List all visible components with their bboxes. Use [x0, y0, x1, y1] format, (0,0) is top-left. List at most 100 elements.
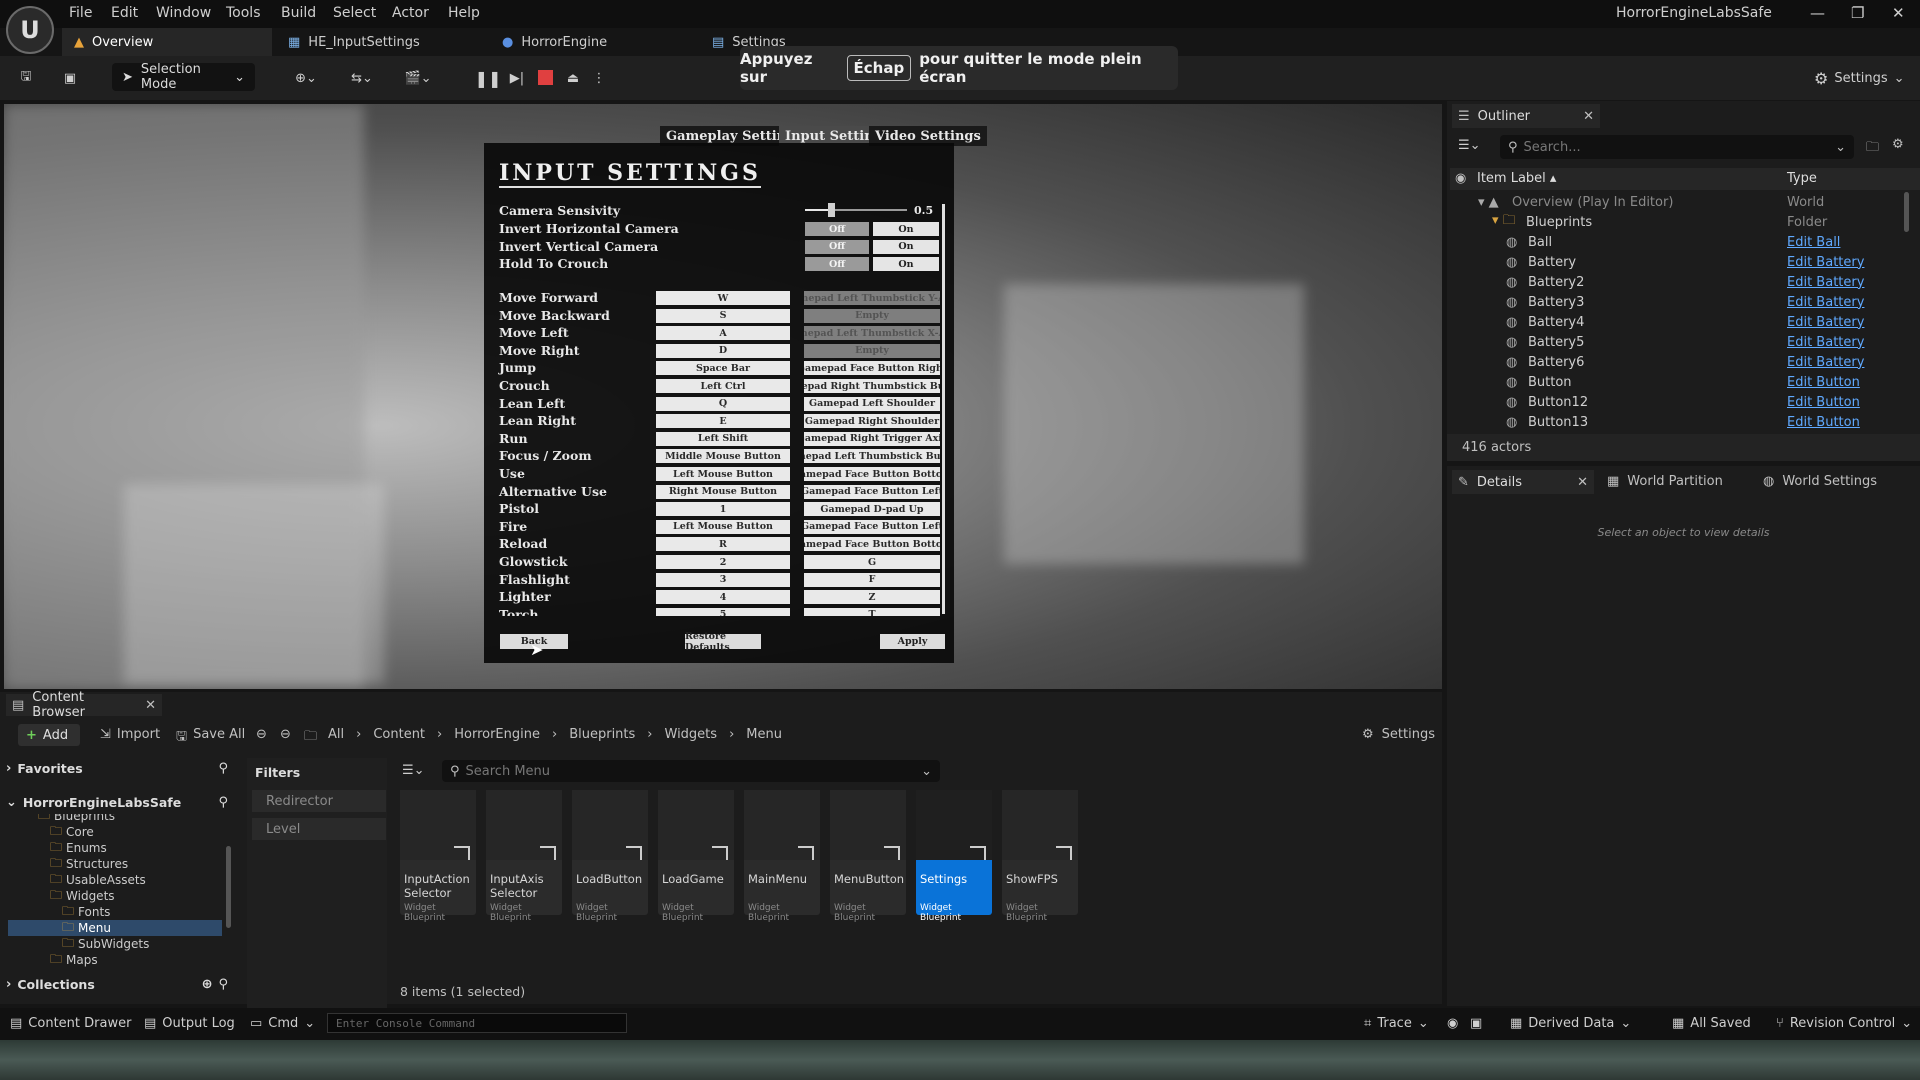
keyboard-binding-button[interactable]: 3	[656, 572, 790, 587]
outliner-row[interactable]: ◍ Battery6 Edit Battery	[1450, 352, 1910, 372]
breadcrumb-item[interactable]: Menu	[746, 727, 782, 742]
breadcrumb-item[interactable]: Blueprints	[569, 727, 635, 742]
folder-tree-item[interactable]: 🗀 Menu	[8, 920, 222, 936]
console-input[interactable]: Enter Console Command	[327, 1013, 627, 1033]
menu-help[interactable]: Help	[448, 5, 480, 21]
gamepad-binding-button[interactable]: Gamepad Face Button Left	[804, 519, 940, 534]
content-drawer-button[interactable]: ▤ Content Drawer	[10, 1016, 131, 1031]
gamepad-binding-button[interactable]: Gamepad Left Thumbstick Y-Axis	[804, 291, 940, 305]
gamepad-binding-button[interactable]: Gamepad Right Trigger Axis	[804, 431, 940, 446]
sensitivity-slider[interactable]	[805, 203, 907, 217]
gear-icon[interactable]: ⚙	[1892, 137, 1904, 152]
edit-blueprint-link[interactable]: Edit Battery	[1787, 335, 1864, 350]
restore-icon[interactable]: ❐	[1851, 4, 1864, 22]
toggle-on-button[interactable]: On	[873, 239, 939, 254]
gamepad-binding-button[interactable]: T	[804, 607, 940, 616]
gamepad-binding-button[interactable]: Gamepad D-pad Up	[804, 502, 940, 517]
content-browser-tab[interactable]: ▤ Content Browser ✕	[6, 690, 162, 720]
gamepad-binding-button[interactable]: Gamepad Right Shoulder	[804, 414, 940, 429]
save-icon[interactable]: 🖫	[14, 66, 38, 90]
menu-actor[interactable]: Actor	[392, 5, 429, 21]
keyboard-binding-button[interactable]: S	[656, 308, 790, 323]
gamepad-binding-button[interactable]: Gamepad Face Button Bottom	[804, 537, 940, 552]
outliner-row[interactable]: ◍ Ball Edit Ball	[1450, 232, 1910, 252]
asset-tile[interactable]: MenuButton Widget Blueprint	[830, 790, 906, 923]
folder-tree-item[interactable]: 🗀 Structures	[8, 856, 222, 872]
close-window-icon[interactable]: ✕	[1892, 4, 1905, 22]
col-type[interactable]: Type	[1787, 171, 1817, 186]
keyboard-binding-button[interactable]: 4	[656, 590, 790, 605]
add-folder-icon[interactable]: 🗀	[1866, 138, 1879, 160]
asset-search[interactable]: ⚲ Search Menu ⌄	[442, 760, 940, 782]
cb-settings-button[interactable]: ⚙ Settings	[1362, 727, 1435, 742]
edit-blueprint-link[interactable]: Edit Battery	[1787, 275, 1864, 290]
apply-button[interactable]: Apply	[880, 634, 945, 649]
menu-edit[interactable]: Edit	[111, 5, 138, 21]
edit-blueprint-link[interactable]: Edit Button	[1787, 415, 1860, 430]
toggle-off-button[interactable]: Off	[805, 222, 869, 236]
cinematics-icon[interactable]: 🎬⌄	[400, 66, 436, 90]
folder-tree-item[interactable]: 🗀 Widgets	[8, 888, 222, 904]
asset-tile[interactable]: Settings Widget Blueprint	[916, 790, 992, 923]
gamepad-binding-button[interactable]: Gamepad Left Thumbstick Button	[804, 449, 940, 464]
keyboard-binding-button[interactable]: Q	[656, 396, 790, 411]
close-icon[interactable]: ✕	[1577, 475, 1588, 490]
close-icon[interactable]: ✕	[145, 698, 156, 713]
keyboard-binding-button[interactable]: E	[656, 414, 790, 429]
gamepad-binding-button[interactable]: G	[804, 555, 940, 569]
gamepad-binding-button[interactable]: Gamepad Left Shoulder	[804, 396, 940, 411]
toggle-off-button[interactable]: Off	[805, 239, 869, 254]
outliner-row[interactable]: ◍ Battery3 Edit Battery	[1450, 292, 1910, 312]
gamepad-binding-button[interactable]: Z	[804, 590, 940, 605]
keyboard-binding-button[interactable]: Left Mouse Button	[656, 467, 790, 481]
outliner-row[interactable]: ◍ Button13 Edit Button	[1450, 412, 1910, 432]
edit-blueprint-link[interactable]: Edit Button	[1787, 375, 1860, 390]
outliner-tab[interactable]: ☰ Outliner ✕	[1452, 104, 1600, 128]
toggle-on-button[interactable]: On	[873, 257, 939, 271]
folder-tree[interactable]: 🗀 Blueprints 🗀 Core 🗀 Enums 🗀 Structures 🗀 Usable…	[8, 814, 222, 968]
keyboard-binding-button[interactable]: 5	[656, 607, 790, 616]
keyboard-binding-button[interactable]: R	[656, 537, 790, 552]
bindings-list[interactable]: Move Forward W Gamepad Left Thumbstick Y-A…	[496, 290, 942, 616]
outliner-scrollbar[interactable]	[1904, 192, 1909, 232]
outliner-tree[interactable]: ▾ ▲ Overview (Play In Editor) World ▾ 🗀 Blue…	[1450, 192, 1910, 432]
record-icon[interactable]: ◉	[1447, 1016, 1458, 1031]
menu-build[interactable]: Build	[281, 5, 316, 21]
keyboard-binding-button[interactable]: D	[656, 343, 790, 358]
filter-redirector[interactable]: Redirector	[252, 790, 386, 812]
outliner-row[interactable]: ◍ Battery2 Edit Battery	[1450, 272, 1910, 292]
back-arrow-icon[interactable]: ⊖	[256, 727, 267, 742]
revision-control-dropdown[interactable]: ⑂ Revision Control ⌄	[1776, 1016, 1912, 1031]
folder-tree-item[interactable]: 🗀 Fonts	[8, 904, 222, 920]
restore-defaults-button[interactable]: Restore Defaults	[685, 631, 761, 653]
edit-blueprint-link[interactable]: Edit Battery	[1787, 255, 1864, 270]
keyboard-binding-button[interactable]: W	[656, 291, 790, 305]
folder-tree-item[interactable]: 🗀 UsableAssets	[8, 872, 222, 888]
search-icon[interactable]: ⚲	[218, 795, 228, 810]
step-frame-icon[interactable]: ▶|	[506, 66, 528, 90]
selection-mode-dropdown[interactable]: ➤ Selection Mode ⌄	[112, 62, 255, 92]
collections-section[interactable]: › Collections ⊕ ⚲	[6, 974, 240, 994]
asset-tile[interactable]: InputAction Selector Widget Blueprint	[400, 790, 476, 923]
gamepad-binding-button[interactable]: Gamepad Left Thumbstick X-Axis	[804, 326, 940, 341]
close-icon[interactable]: ✕	[1583, 109, 1594, 124]
favorites-section[interactable]: › Favorites ⚲	[6, 758, 240, 778]
save-all-button[interactable]: 🖫 Save All	[176, 727, 245, 749]
keyboard-binding-button[interactable]: Left Shift	[656, 431, 790, 446]
keyboard-binding-button[interactable]: Left Ctrl	[656, 379, 790, 393]
folder-icon[interactable]: 🗀	[304, 727, 317, 749]
keyboard-binding-button[interactable]: Left Mouse Button	[656, 519, 790, 534]
keyboard-binding-button[interactable]: 1	[656, 502, 790, 517]
add-button[interactable]: + Add	[18, 724, 80, 746]
outliner-row[interactable]: ▾ 🗀 Blueprints Folder	[1450, 212, 1910, 232]
breadcrumb-item[interactable]: Widgets	[665, 727, 718, 742]
search-icon[interactable]: ⚲	[218, 977, 228, 992]
gamepad-binding-button[interactable]: Empty	[804, 343, 940, 358]
col-item-label[interactable]: Item Label ▴	[1477, 171, 1556, 186]
world-settings-tab[interactable]: ◍ World Settings	[1763, 474, 1877, 489]
folder-tree-item[interactable]: 🗀 Maps	[8, 952, 222, 968]
output-log-button[interactable]: ▤ Output Log	[144, 1016, 235, 1031]
edit-blueprint-link[interactable]: Edit Battery	[1787, 355, 1864, 370]
toggle-off-button[interactable]: Off	[805, 257, 869, 271]
stop-icon[interactable]	[538, 70, 553, 85]
